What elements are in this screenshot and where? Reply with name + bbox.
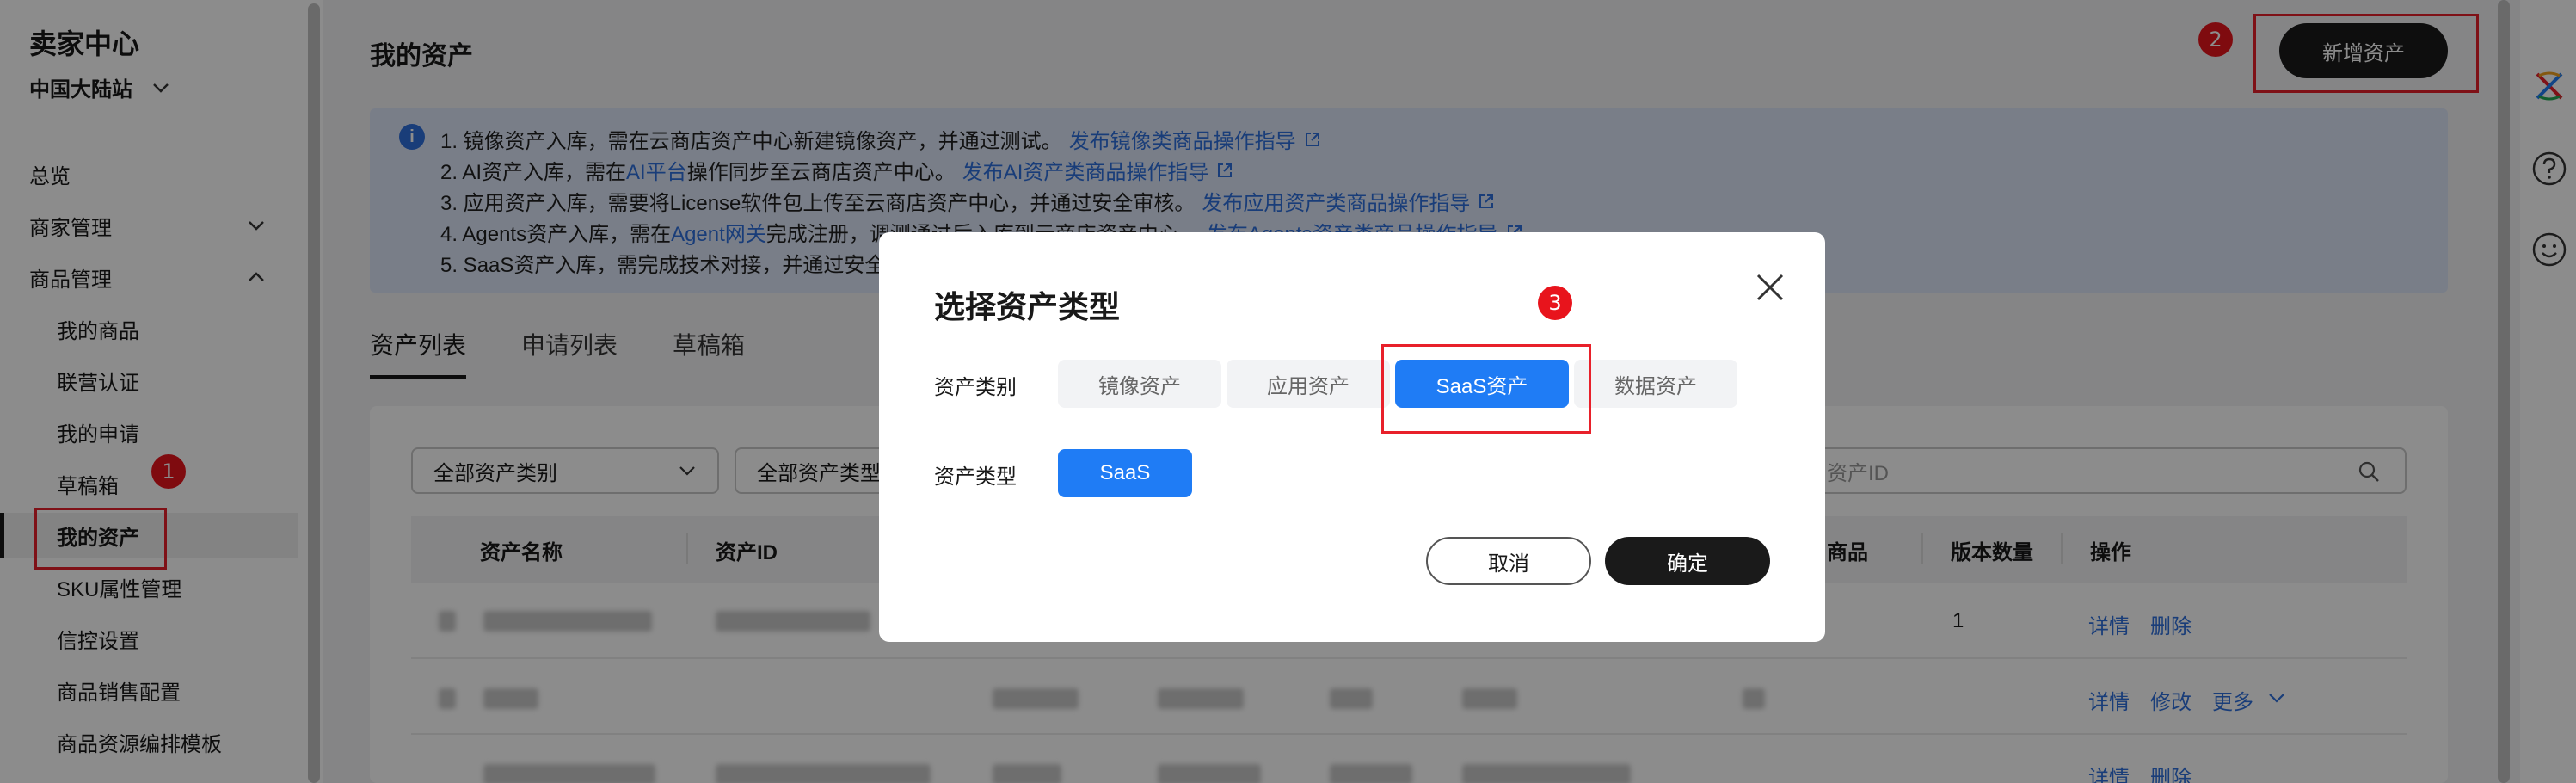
close-icon[interactable] xyxy=(1751,268,1789,306)
asset-type-label: 资产类型 xyxy=(934,465,1017,489)
annotation-badge-3: 3 xyxy=(1538,286,1572,320)
type-option-saas[interactable]: SaaS xyxy=(1058,449,1192,497)
dialog-title: 选择资产类型 xyxy=(934,289,1121,324)
category-option-data[interactable]: 数据资产 xyxy=(1574,360,1737,408)
asset-category-label: 资产类别 xyxy=(934,376,1017,399)
category-option-app[interactable]: 应用资产 xyxy=(1227,360,1390,408)
cancel-button[interactable]: 取消 xyxy=(1426,537,1591,585)
confirm-button[interactable]: 确定 xyxy=(1605,537,1770,585)
highlight-box-saas xyxy=(1381,344,1591,434)
category-option-image[interactable]: 镜像资产 xyxy=(1058,360,1221,408)
